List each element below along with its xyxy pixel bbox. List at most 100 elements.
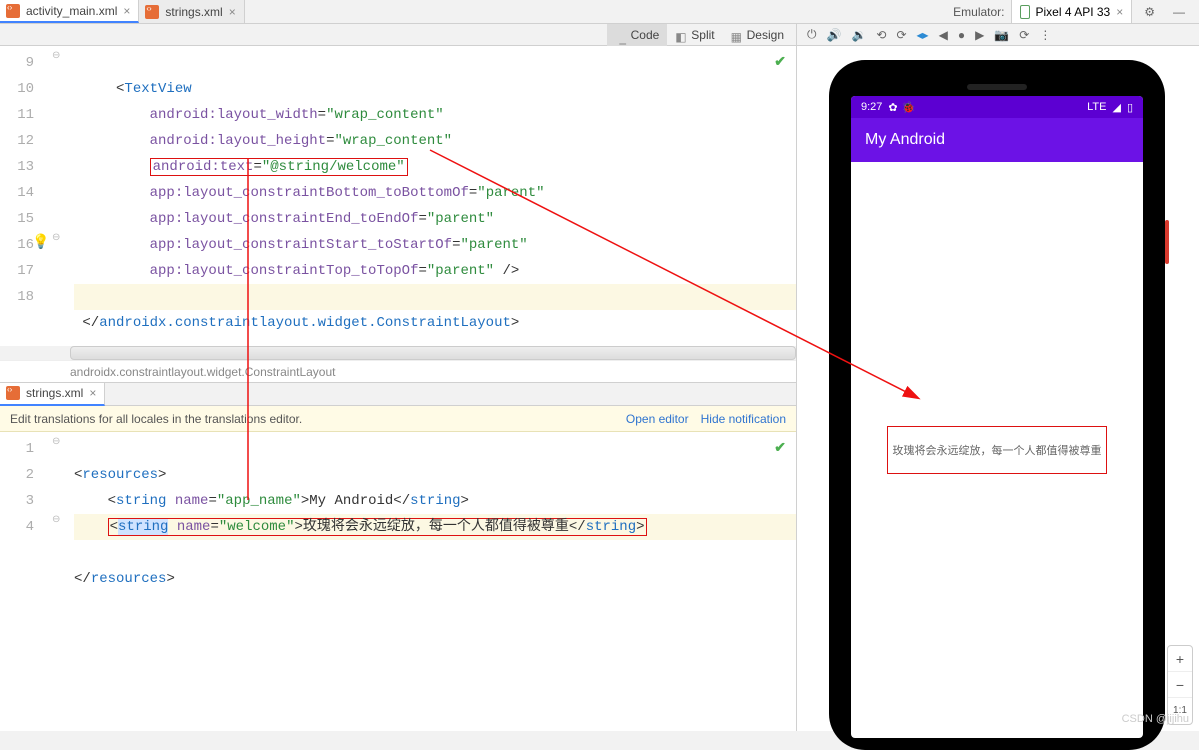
line-no: 9: [0, 50, 34, 76]
mode-split-button[interactable]: Split: [667, 24, 722, 46]
highlight-box: android:text="@string/welcome": [150, 158, 408, 176]
tab-activity-main[interactable]: activity_main.xml ×: [0, 0, 139, 23]
xml-icon: [6, 4, 20, 18]
fold-icon[interactable]: ⊖: [52, 50, 60, 62]
settings-icon: ✿: [888, 101, 897, 114]
gutter: 9 10 11 12 13 14 15 16 17 18: [0, 46, 48, 346]
status-bar: 9:27 ✿ 🐞 LTE ◢ ▯: [851, 96, 1143, 118]
str: "wrap_content": [326, 107, 444, 123]
volume-up-icon[interactable]: 🔊: [827, 28, 842, 42]
attr: app:layout_constraintStart_toStartOf: [150, 237, 452, 253]
line-no: 15: [0, 206, 34, 232]
mode-label: Code: [631, 28, 660, 42]
tag: string: [116, 493, 166, 509]
minimize-icon[interactable]: —: [1167, 5, 1191, 19]
str: "parent": [477, 185, 544, 201]
editor-activity-main[interactable]: 9 10 11 12 13 14 15 16 17 18 ⊖ ⊖ 💡 ✔ <Te…: [0, 46, 796, 346]
text: 玫瑰将会永远绽放，每一个人都值得被尊重: [303, 519, 569, 535]
rotate-left-icon[interactable]: ⟲: [876, 28, 886, 42]
editor-strings[interactable]: 1 2 3 4 ⊖ ⊖ ✔<resources> <string name="a…: [0, 432, 796, 731]
attr: app:layout_constraintBottom_toBottomOf: [150, 185, 469, 201]
tab-label: strings.xml: [165, 5, 222, 19]
line-no: 2: [0, 462, 34, 488]
back-icon[interactable]: ◂▸: [917, 28, 929, 42]
hide-notification-link[interactable]: Hide notification: [701, 412, 786, 426]
close-icon[interactable]: ×: [1116, 5, 1123, 19]
power-icon[interactable]: ⏻: [807, 27, 817, 42]
close-icon[interactable]: ×: [89, 386, 96, 400]
str: "parent": [427, 211, 494, 227]
xml-icon: [6, 386, 20, 400]
str: "parent": [427, 263, 494, 279]
zoom-in-button[interactable]: +: [1168, 646, 1192, 672]
power-button[interactable]: [1165, 220, 1169, 264]
code-area[interactable]: ✔ <TextView android:layout_width="wrap_c…: [70, 46, 796, 346]
network-label: LTE: [1087, 101, 1106, 113]
mode-label: Design: [747, 28, 784, 42]
emulator-tab-segment: Emulator: Pixel 4 API 33 × ⚙ —: [945, 0, 1199, 23]
watermark: CSDN @jijihu: [1122, 713, 1189, 725]
gear-icon[interactable]: ⚙: [1138, 5, 1161, 19]
breadcrumb[interactable]: androidx.constraintlayout.widget.Constra…: [0, 360, 796, 382]
line-no: 17: [0, 258, 34, 284]
mode-code-button[interactable]: Code: [607, 24, 668, 46]
tag: TextView: [124, 81, 191, 97]
attr: app:layout_constraintTop_toTopOf: [150, 263, 419, 279]
signal-icon: ◢: [1112, 101, 1120, 114]
emulator-label: Emulator:: [953, 5, 1004, 19]
fold-icon[interactable]: ⊖: [52, 514, 60, 526]
fold-column: ⊖ ⊖: [48, 432, 70, 731]
close-icon[interactable]: ×: [229, 5, 236, 19]
emulator-toolbar: ⏻ 🔊 🔉 ⟲ ⟳ ◂▸ ◀ ● ▶ 📷 ⟳ ⋮: [797, 24, 1199, 46]
volume-down-icon[interactable]: 🔉: [851, 28, 866, 42]
check-icon: ✔: [774, 50, 786, 76]
debug-icon: 🐞: [902, 101, 916, 114]
editor-mode-bar: Code Split Design: [0, 24, 796, 46]
banner-msg: Edit translations for all locales in the…: [10, 412, 302, 426]
tab-strings[interactable]: strings.xml ×: [139, 0, 244, 23]
tab-device[interactable]: Pixel 4 API 33 ×: [1011, 0, 1133, 23]
next-icon[interactable]: ▶: [975, 28, 984, 42]
tab-label: strings.xml: [26, 386, 83, 400]
app-title: My Android: [865, 131, 945, 149]
gutter: 1 2 3 4: [0, 432, 48, 731]
str: "welcome": [219, 519, 295, 535]
check-icon: ✔: [774, 436, 786, 462]
tab-strings-lower[interactable]: strings.xml ×: [0, 383, 105, 406]
device-frame: 9:27 ✿ 🐞 LTE ◢ ▯ My Android: [829, 60, 1165, 750]
tab-label: activity_main.xml: [26, 4, 117, 18]
rotate-right-icon[interactable]: ⟳: [896, 28, 906, 42]
camera-icon[interactable]: 📷: [994, 28, 1009, 42]
highlight-box: [887, 426, 1107, 474]
fold-icon[interactable]: ⊖: [52, 436, 60, 448]
battery-icon: ▯: [1127, 101, 1133, 114]
fold-icon[interactable]: ⊖: [52, 232, 60, 244]
bulb-icon[interactable]: 💡: [32, 234, 49, 251]
horizontal-scrollbar[interactable]: [70, 346, 796, 360]
record-icon[interactable]: ●: [958, 28, 965, 42]
reload-icon[interactable]: ⟳: [1019, 28, 1029, 42]
more-icon[interactable]: ⋮: [1039, 28, 1051, 42]
attr: android:layout_height: [150, 133, 326, 149]
previous-icon[interactable]: ◀: [939, 28, 948, 42]
str: "app_name": [217, 493, 301, 509]
line-no: 3: [0, 488, 34, 514]
line-no: 10: [0, 76, 34, 102]
close-icon[interactable]: ×: [123, 4, 130, 18]
code-area[interactable]: ✔<resources> <string name="app_name">My …: [70, 432, 796, 731]
line-no: 11: [0, 102, 34, 128]
design-icon: [731, 30, 743, 40]
open-editor-link[interactable]: Open editor: [626, 412, 689, 426]
attr: android:layout_width: [150, 107, 318, 123]
xml-icon: [145, 5, 159, 19]
clock: 9:27: [861, 101, 882, 113]
zoom-out-button[interactable]: −: [1168, 672, 1192, 698]
highlight-box: <string name="welcome">玫瑰将会永远绽放，每一个人都值得被…: [108, 518, 647, 536]
speaker: [967, 84, 1027, 90]
mode-design-button[interactable]: Design: [723, 24, 792, 46]
device-name: Pixel 4 API 33: [1036, 5, 1111, 19]
device-screen[interactable]: 9:27 ✿ 🐞 LTE ◢ ▯ My Android: [851, 96, 1143, 738]
line-no: 1: [0, 436, 34, 462]
attr: app:layout_constraintEnd_toEndOf: [150, 211, 419, 227]
attr: name: [177, 519, 211, 535]
